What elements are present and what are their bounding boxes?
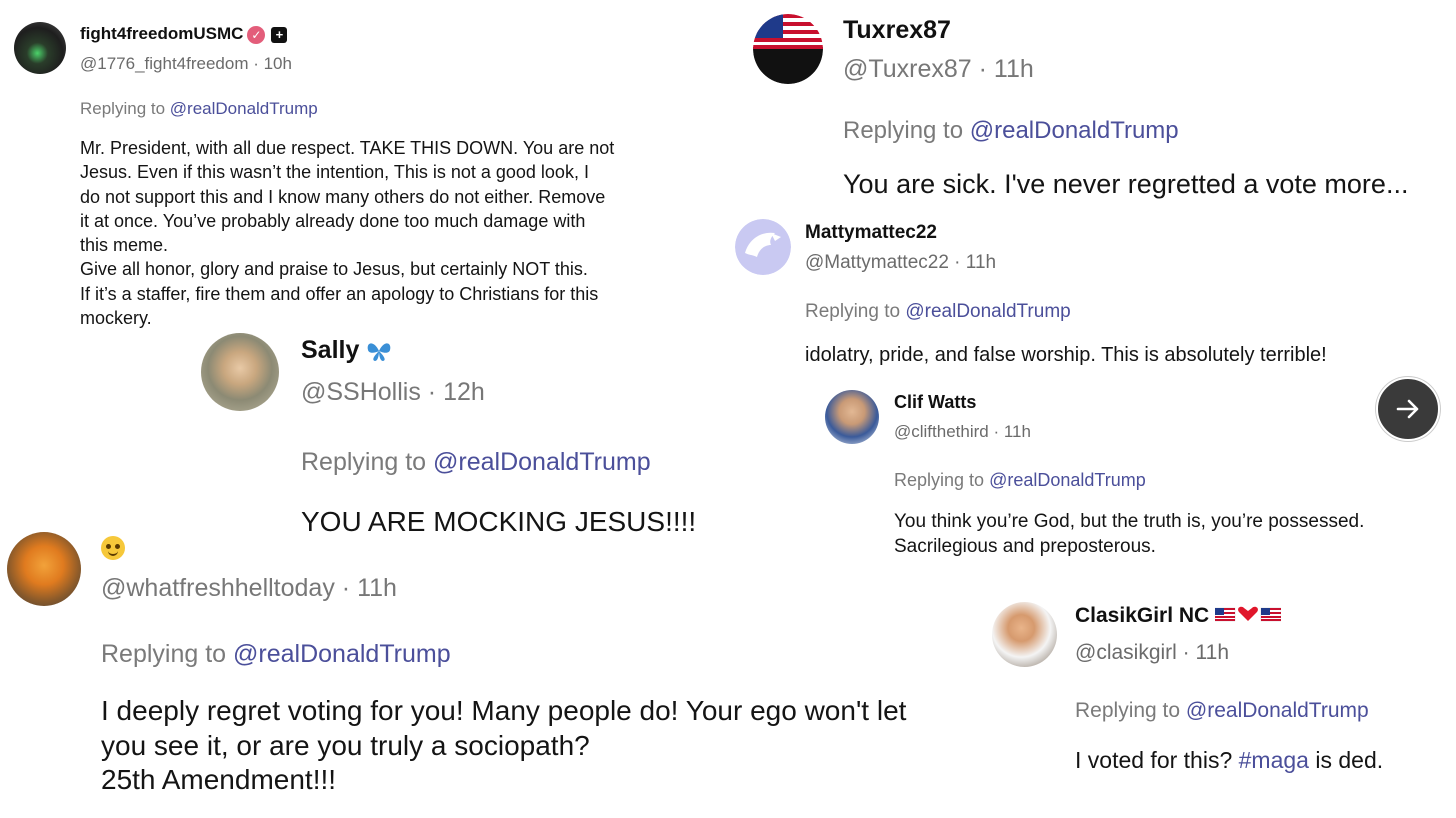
arrow-right-icon bbox=[1396, 399, 1419, 419]
display-name[interactable]: Mattymattec22 bbox=[805, 222, 937, 244]
replying-to: Replying to @realDonaldTrump bbox=[80, 99, 318, 118]
display-name[interactable]: ClasikGirl NC bbox=[1075, 604, 1282, 628]
display-name[interactable]: Tuxrex87 bbox=[843, 16, 951, 45]
handle-and-time: @clasikgirl · 11h bbox=[1075, 641, 1229, 664]
mention-link[interactable]: @realDonaldTrump bbox=[233, 640, 451, 668]
replying-to: Replying to @realDonaldTrump bbox=[1075, 699, 1369, 722]
butterfly-icon bbox=[368, 343, 391, 362]
mention-link[interactable]: @realDonaldTrump bbox=[989, 470, 1146, 490]
handle-and-time: @1776_fight4freedom · 10h bbox=[80, 54, 292, 73]
display-name[interactable]: Clif Watts bbox=[894, 392, 976, 413]
plus-badge-icon: + bbox=[271, 26, 288, 43]
handle-and-time: @whatfreshhelltoday · 11h bbox=[101, 574, 397, 602]
hashtag-link[interactable]: #maga bbox=[1239, 747, 1309, 773]
post-text: You are sick. I've never regretted a vot… bbox=[843, 169, 1409, 199]
mention-link[interactable]: @realDonaldTrump bbox=[433, 448, 651, 476]
replying-to: Replying to @realDonaldTrump bbox=[894, 470, 1146, 490]
replying-to: Replying to @realDonaldTrump bbox=[843, 117, 1179, 144]
post-text: I deeply regret voting for you! Many peo… bbox=[101, 695, 907, 795]
post-text: I voted for this? #maga is ded. bbox=[1075, 747, 1384, 773]
avatar[interactable] bbox=[14, 22, 66, 74]
post-text: You think you’re God, but the truth is, … bbox=[894, 511, 1365, 557]
replying-to: Replying to @realDonaldTrump bbox=[301, 448, 651, 476]
post-text: idolatry, pride, and false worship. This… bbox=[805, 344, 1327, 366]
post-text: YOU ARE MOCKING JESUS!!!! bbox=[301, 506, 697, 537]
avatar[interactable] bbox=[753, 14, 823, 84]
smiling-face-icon bbox=[101, 535, 125, 560]
avatar[interactable] bbox=[992, 602, 1057, 667]
verified-badge-icon: ✓ bbox=[247, 25, 266, 44]
replying-to: Replying to @realDonaldTrump bbox=[805, 301, 1071, 322]
mention-link[interactable]: @realDonaldTrump bbox=[905, 301, 1070, 322]
post-text: Mr. President, with all due respect. TAK… bbox=[80, 138, 615, 329]
avatar[interactable] bbox=[735, 219, 791, 275]
us-flag-heart-us-flag-icons bbox=[1214, 604, 1282, 628]
display-name[interactable] bbox=[101, 533, 125, 561]
handle-and-time: @clifthethird · 11h bbox=[894, 422, 1031, 441]
handle-and-time: @SSHollis · 12h bbox=[301, 378, 485, 406]
mention-link[interactable]: @realDonaldTrump bbox=[170, 99, 318, 118]
mention-link[interactable]: @realDonaldTrump bbox=[1186, 699, 1369, 722]
display-name[interactable]: fight4freedomUSMC ✓ + bbox=[80, 24, 288, 44]
display-name[interactable]: Sally bbox=[301, 336, 392, 365]
handle-and-time: @Mattymattec22 · 11h bbox=[805, 252, 997, 273]
avatar[interactable] bbox=[825, 390, 879, 444]
handle-and-time: @Tuxrex87 · 11h bbox=[843, 55, 1034, 83]
avatar[interactable] bbox=[201, 333, 279, 411]
replying-to: Replying to @realDonaldTrump bbox=[101, 640, 451, 668]
mention-link[interactable]: @realDonaldTrump bbox=[970, 117, 1179, 144]
next-button[interactable] bbox=[1376, 377, 1440, 441]
avatar[interactable] bbox=[7, 532, 81, 606]
